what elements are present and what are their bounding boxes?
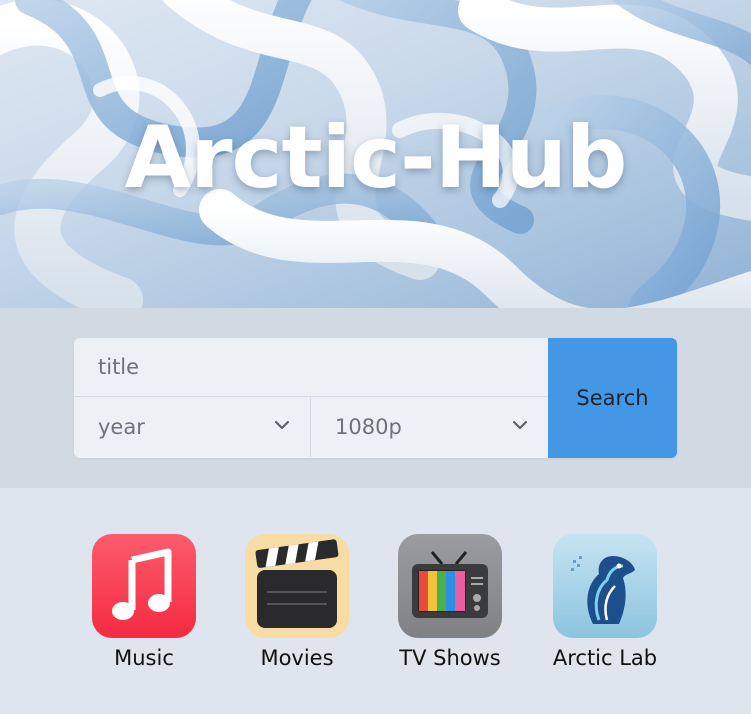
clapperboard-icon — [255, 539, 339, 628]
year-select[interactable]: year — [74, 397, 311, 457]
app-movies[interactable]: Movies — [227, 534, 367, 670]
app-label: Arctic Lab — [552, 646, 658, 670]
search-button[interactable]: Search — [548, 338, 677, 458]
search-form: year 1080p Search — [74, 338, 677, 458]
app-arctic-lab[interactable]: Arctic Lab — [535, 534, 675, 670]
resolution-select[interactable]: 1080p — [311, 397, 548, 457]
hero-banner: Arctic-Hub — [0, 0, 751, 308]
site-title: Arctic-Hub — [124, 108, 628, 208]
app-label: Movies — [260, 646, 334, 670]
title-input[interactable] — [74, 338, 548, 397]
tv-shows-app-tile[interactable] — [398, 534, 502, 638]
app-label: Music — [114, 646, 174, 670]
retro-tv-icon — [412, 551, 488, 618]
filter-row: year 1080p — [74, 397, 548, 457]
app-tv-shows[interactable]: TV Shows — [380, 534, 520, 670]
chevron-down-icon — [274, 420, 290, 430]
chevron-down-icon — [512, 420, 528, 430]
search-fields: year 1080p — [74, 338, 548, 458]
arctic-lab-app-tile[interactable] — [553, 534, 657, 638]
music-note-icon — [112, 548, 172, 620]
app-music[interactable]: Music — [74, 534, 214, 670]
app-label: TV Shows — [399, 646, 501, 670]
app-grid: Music Movies TV Shows Arctic Lab — [0, 488, 751, 714]
year-select-label: year — [98, 415, 145, 439]
resolution-select-label: 1080p — [335, 415, 402, 439]
music-app-tile[interactable] — [92, 534, 196, 638]
movies-app-tile[interactable] — [245, 534, 349, 638]
search-section: year 1080p Search — [0, 308, 751, 488]
polar-bear-icon — [571, 556, 635, 624]
